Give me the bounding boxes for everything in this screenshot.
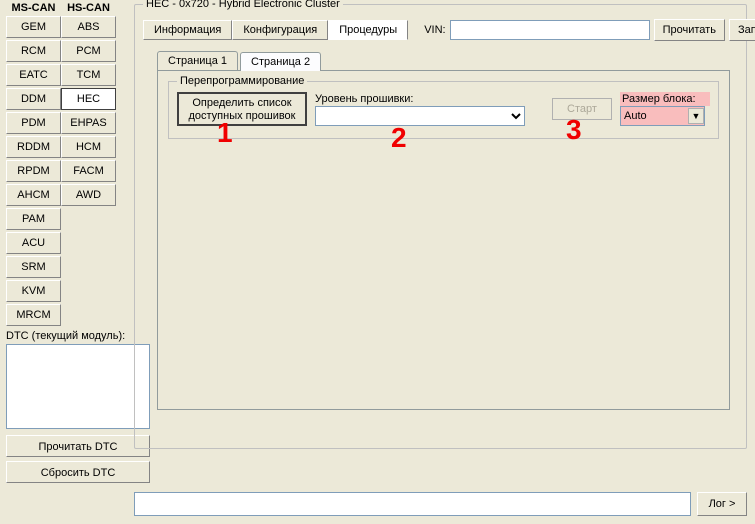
module-rpdm[interactable]: RPDM — [6, 160, 61, 182]
detect-firmware-button[interactable]: Определить список доступных прошивок — [177, 92, 307, 126]
module-gem[interactable]: GEM — [6, 16, 61, 38]
module-ddm[interactable]: DDM — [6, 88, 61, 110]
detect-line2: доступных прошивок — [188, 110, 295, 122]
module-rddm[interactable]: RDDM — [6, 136, 61, 158]
module-ahcm[interactable]: AHCM — [6, 184, 61, 206]
module-pam[interactable]: PAM — [6, 208, 61, 230]
module-mrcm[interactable]: MRCM — [6, 304, 61, 326]
page-tab-2[interactable]: Страница 2 — [240, 52, 321, 71]
module-hec[interactable]: HEC — [61, 88, 116, 110]
vin-input[interactable] — [450, 20, 650, 40]
module-eatc[interactable]: EATC — [6, 64, 61, 86]
block-size-select[interactable]: Auto ▼ — [620, 106, 705, 126]
firmware-level-label: Уровень прошивки: — [315, 93, 544, 105]
module-awd[interactable]: AWD — [61, 184, 116, 206]
module-hcm[interactable]: HCM — [61, 136, 116, 158]
tab-procedures[interactable]: Процедуры — [328, 20, 408, 40]
module-srm[interactable]: SRM — [6, 256, 61, 278]
mscan-header: MS-CAN — [6, 2, 61, 14]
module-facm[interactable]: FACM — [61, 160, 116, 182]
reprogram-fieldset: Перепрограммирование Определить список д… — [168, 81, 719, 139]
command-input[interactable] — [134, 492, 691, 516]
module-pdm[interactable]: PDM — [6, 112, 61, 134]
module-ehpas[interactable]: EHPAS — [61, 112, 116, 134]
module-pcm[interactable]: PCM — [61, 40, 116, 62]
block-size-value: Auto — [624, 110, 647, 122]
block-size-label: Размер блока: — [620, 92, 710, 106]
hscan-header: HS-CAN — [61, 2, 116, 14]
detect-line1: Определить список — [192, 97, 291, 109]
log-button[interactable]: Лог > — [697, 492, 747, 516]
module-title: HEC - 0x720 - Hybrid Electronic Cluster — [143, 0, 343, 10]
module-tcm[interactable]: TCM — [61, 64, 116, 86]
module-abs[interactable]: ABS — [61, 16, 116, 38]
module-rcm[interactable]: RCM — [6, 40, 61, 62]
module-acu[interactable]: ACU — [6, 232, 61, 254]
firmware-level-select[interactable] — [315, 106, 525, 126]
module-kvm[interactable]: KVM — [6, 280, 61, 302]
chevron-down-icon: ▼ — [688, 108, 704, 124]
reprogram-legend: Перепрограммирование — [177, 75, 307, 87]
module-fieldset: HEC - 0x720 - Hybrid Electronic Cluster … — [134, 4, 747, 449]
tab-config[interactable]: Конфигурация — [232, 20, 328, 40]
read-button[interactable]: Прочитать — [654, 19, 725, 41]
write-button[interactable]: Записать — [729, 19, 755, 41]
vin-label: VIN: — [424, 24, 445, 36]
start-button: Старт — [552, 98, 612, 120]
page-tab-1[interactable]: Страница 1 — [157, 51, 238, 70]
tab-info[interactable]: Информация — [143, 20, 232, 40]
